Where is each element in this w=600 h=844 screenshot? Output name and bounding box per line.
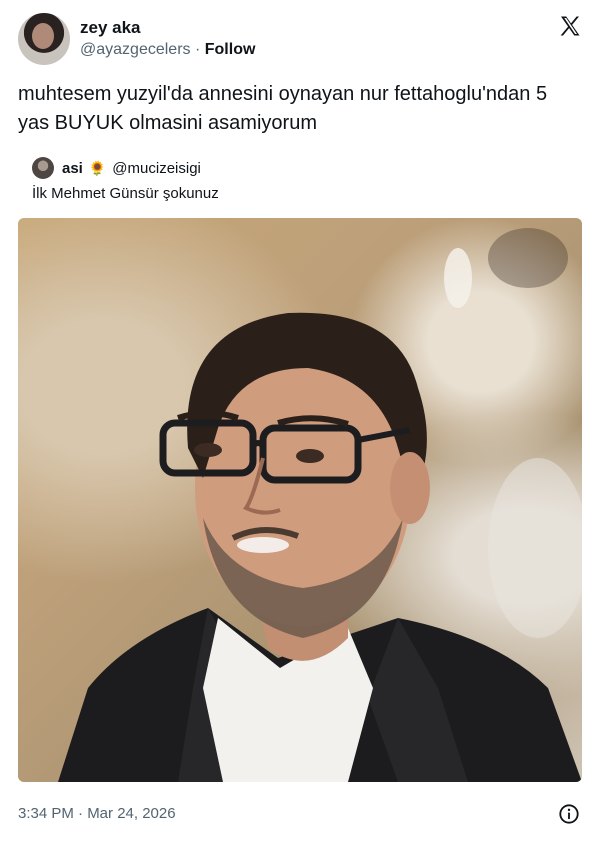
quoted-name[interactable]: asi — [62, 160, 83, 177]
tweet-text: muhtesem yuzyil'da annesini oynayan nur … — [18, 83, 548, 134]
tweet-timestamp[interactable]: 3:34 PM · Mar 24, 2026 — [18, 804, 176, 824]
follow-button[interactable]: Follow — [205, 41, 256, 58]
separator-dot: · — [194, 41, 201, 58]
author-handle[interactable]: @ayazgecelers — [80, 41, 191, 58]
portrait-illustration — [58, 228, 582, 782]
quoted-tweet-header[interactable]: asi 🌻 @mucizeisigi — [32, 156, 201, 180]
quoted-avatar[interactable] — [32, 157, 54, 179]
author-avatar[interactable] — [18, 13, 70, 65]
author-handle-row: @ayazgecelers · Follow — [80, 40, 255, 60]
tweet-photo[interactable] — [18, 218, 582, 782]
sunflower-icon: 🌻 — [88, 159, 107, 176]
quoted-handle[interactable]: @mucizeisigi — [112, 160, 201, 177]
author-name[interactable]: zey aka — [80, 18, 141, 38]
info-icon[interactable] — [558, 803, 580, 825]
x-logo-icon[interactable] — [558, 14, 582, 38]
quoted-text: İlk Mehmet Günsür şokunuz — [32, 185, 219, 202]
